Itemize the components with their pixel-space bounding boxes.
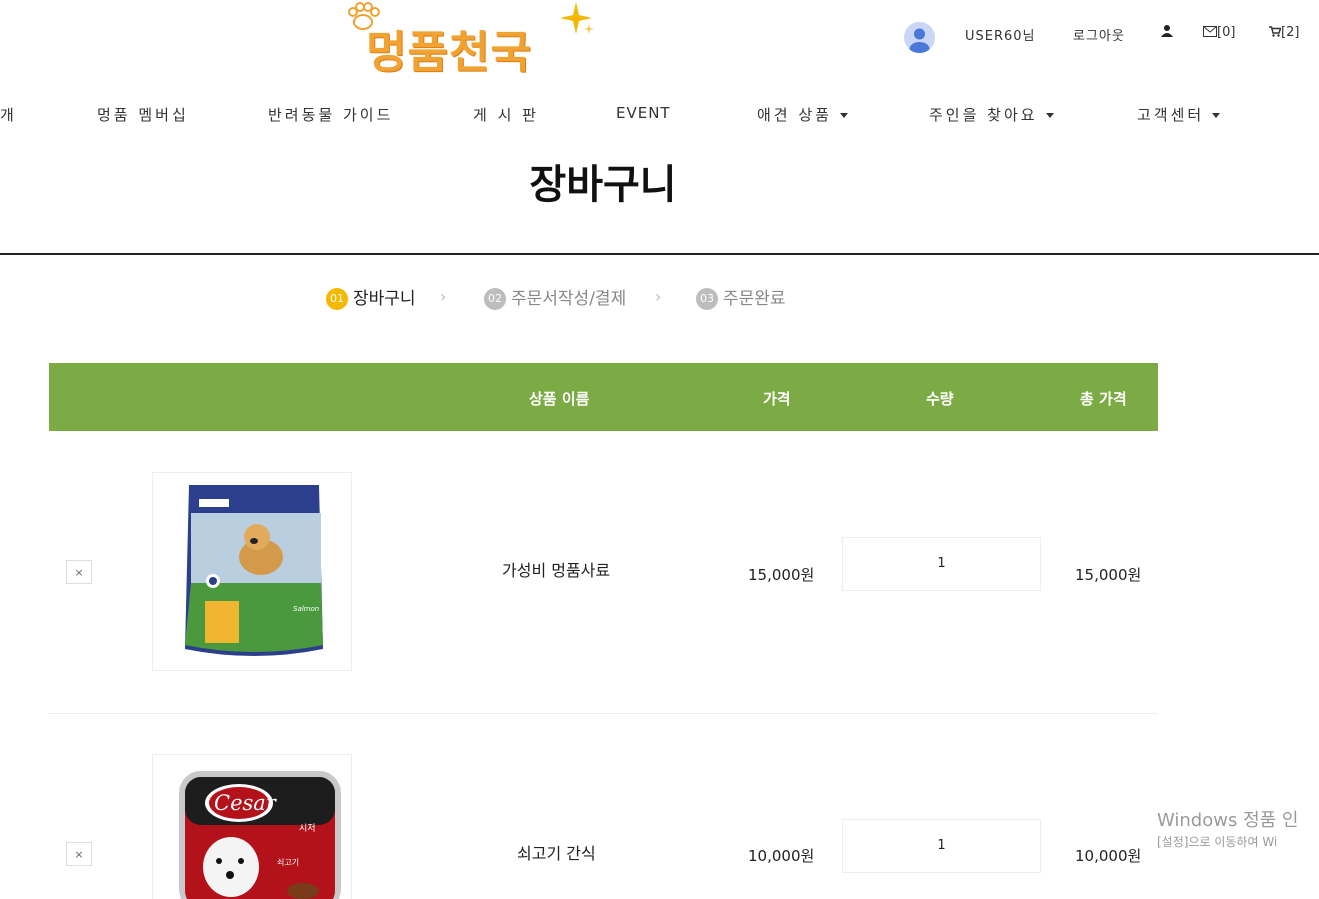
nav-label: 고객센터 [1137, 106, 1205, 124]
logo-text: 멍품천국 [366, 27, 532, 78]
cart-button[interactable]: [2] [1269, 25, 1299, 40]
nav-item-dog-products[interactable]: 애견 상품 [757, 104, 848, 125]
nav-item-intro[interactable]: 개 [0, 104, 17, 125]
remove-item-button[interactable]: × [66, 560, 92, 584]
svg-text:쇠고기: 쇠고기 [277, 858, 299, 867]
nav-item-customer-center[interactable]: 고객센터 [1137, 104, 1221, 125]
row-divider [49, 713, 1158, 714]
step-cart: 01 장바구니 [326, 284, 416, 310]
chevron-right-icon: › [440, 287, 447, 306]
dog-food-bag-image: Salmon [153, 473, 351, 670]
product-image-dog-food[interactable]: Salmon [152, 472, 352, 671]
quantity-input[interactable]: 1 [842, 537, 1041, 591]
user-avatar-icon [904, 22, 935, 53]
mail-button[interactable]: [0] [1203, 25, 1235, 40]
nav-item-pet-guide[interactable]: 반려동물 가이드 [268, 104, 393, 125]
step-complete: 03 주문완료 [696, 284, 786, 310]
nav-label: 애견 상품 [757, 106, 832, 124]
step-number: 01 [326, 288, 348, 310]
windows-activation-watermark-text: [설정]으로 이동하여 Wi [1157, 835, 1278, 849]
windows-activation-watermark-title: Windows 정품 인 [1157, 810, 1299, 831]
chevron-down-icon [839, 113, 848, 118]
beef-snack-tray-image: Cesar 시저 쇠고기 [153, 755, 351, 899]
quantity-input[interactable]: 1 [842, 819, 1041, 873]
avatar[interactable] [904, 22, 935, 53]
username-label: USER60님 [965, 29, 1036, 44]
cart-count: [2] [1281, 25, 1300, 40]
svg-text:Salmon: Salmon [293, 605, 319, 613]
header-total: 총 가격 [1080, 390, 1127, 408]
nav-label: 주인을 찾아요 [929, 106, 1038, 124]
mail-icon [1203, 26, 1217, 37]
svg-text:시저: 시저 [299, 823, 316, 834]
step-number: 02 [484, 288, 506, 310]
divider [0, 253, 1319, 255]
nav-item-find-owner[interactable]: 주인을 찾아요 [929, 104, 1054, 125]
cart-icon [1269, 26, 1282, 37]
product-image-beef-snack[interactable]: Cesar 시저 쇠고기 [152, 754, 352, 899]
step-label: 장바구니 [353, 289, 416, 309]
step-checkout: 02 주문서작성/결제 [484, 284, 626, 310]
site-logo[interactable]: 멍품천국 [344, 0, 594, 78]
chevron-down-icon [1045, 113, 1054, 118]
logout-link[interactable]: 로그아웃 [1073, 25, 1125, 44]
step-label: 주문완료 [723, 289, 786, 309]
page-title: 장바구니 [529, 162, 677, 208]
cart-table-header [49, 363, 1158, 431]
sparkle-icon [560, 2, 594, 34]
remove-item-button[interactable]: × [66, 842, 92, 866]
svg-text:Cesar: Cesar [214, 791, 278, 815]
product-price: 15,000원 [748, 566, 815, 584]
nav-item-event[interactable]: EVENT [616, 104, 671, 122]
chevron-down-icon [1212, 113, 1221, 118]
header-product-name: 상품 이름 [529, 390, 590, 408]
nav-item-membership[interactable]: 멍품 멤버십 [97, 104, 189, 125]
step-number: 03 [696, 288, 718, 310]
chevron-right-icon: › [655, 287, 662, 306]
product-name[interactable]: 쇠고기 간식 [517, 840, 596, 864]
header-quantity: 수량 [926, 390, 954, 408]
header-price: 가격 [763, 390, 791, 408]
row-total: 10,000원 [1075, 847, 1142, 865]
step-label: 주문서작성/결제 [511, 289, 627, 309]
nav-item-board[interactable]: 게 시 판 [473, 104, 539, 125]
row-total: 15,000원 [1075, 566, 1142, 584]
product-price: 10,000원 [748, 847, 815, 865]
product-name[interactable]: 가성비 멍품사료 [502, 557, 610, 581]
mail-count: [0] [1217, 25, 1236, 40]
person-icon[interactable] [1161, 24, 1173, 41]
